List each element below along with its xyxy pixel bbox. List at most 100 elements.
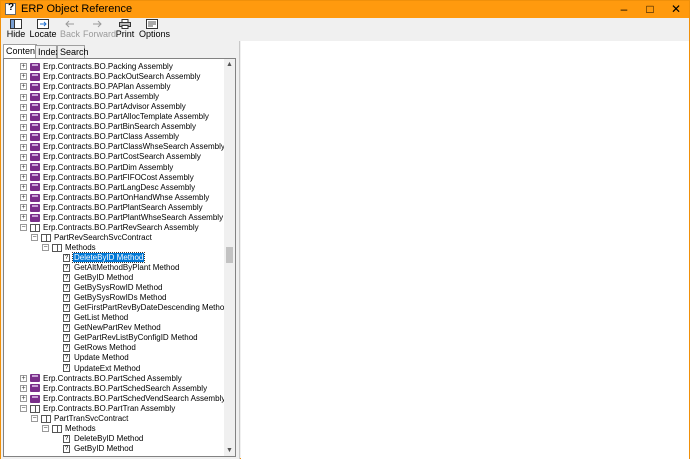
tree-item[interactable]: + Erp.Contracts.BO.PAPlan Assembly <box>20 82 171 92</box>
expand-plus-icon[interactable]: + <box>20 204 27 212</box>
tree-item[interactable]: − PartTranSvcContract <box>31 414 129 424</box>
closed-book-icon <box>30 143 40 152</box>
tree-item[interactable]: ? Update Method <box>63 353 130 363</box>
scroll-down-arrow-icon[interactable]: ▼ <box>224 445 235 456</box>
tree-item[interactable]: + Erp.Contracts.BO.PartOnHandWhse Assembl… <box>20 193 210 203</box>
tree-item[interactable]: + Erp.Contracts.BO.PartPlantSearch Assemb… <box>20 203 204 213</box>
expand-plus-icon[interactable]: + <box>20 384 27 392</box>
collapse-minus-icon[interactable]: − <box>31 234 38 242</box>
tree-item[interactable]: + Erp.Contracts.BO.Part Assembly <box>20 92 160 102</box>
expand-plus-icon[interactable]: + <box>20 395 27 403</box>
scroll-thumb[interactable] <box>226 247 233 263</box>
expand-plus-icon[interactable]: + <box>20 173 27 181</box>
tree-item[interactable]: ? GetNewPartRev Method <box>63 323 162 333</box>
help-viewer-window: ERP Object Reference – □ ✕ Hide Locate B… <box>0 0 690 459</box>
closed-book-icon <box>30 193 40 202</box>
help-page-icon: ? <box>63 304 70 313</box>
tree-item-label: GetNewPartRev Method <box>74 323 161 333</box>
tree-item[interactable]: + Erp.Contracts.BO.PartLangDesc Assembly <box>20 183 196 193</box>
tree-item[interactable]: + Erp.Contracts.BO.PartCostSearch Assembl… <box>20 152 202 162</box>
expand-plus-icon[interactable]: + <box>20 93 27 101</box>
expand-plus-icon[interactable]: + <box>20 103 27 111</box>
tree-item[interactable]: ? DeleteByID Method <box>63 251 146 263</box>
close-button[interactable]: ✕ <box>663 1 689 18</box>
minimize-button[interactable]: – <box>611 1 637 18</box>
tree-item[interactable]: + Erp.Contracts.BO.PartClassWhseSearch As… <box>20 142 226 152</box>
tree-item[interactable]: ? GetByID Method <box>63 273 134 283</box>
tree-item-label: GetByID Method <box>74 273 134 283</box>
tree-item[interactable]: ? GetFirstPartRevByDateDescending Method <box>63 303 230 313</box>
tree-item[interactable]: − Methods <box>42 243 97 253</box>
tab-index[interactable]: Index <box>35 45 60 58</box>
open-book-icon <box>30 223 40 232</box>
hide-label: Hide <box>6 29 26 39</box>
tree-item-label: GetByID Method <box>74 443 134 453</box>
tree-item[interactable]: ? GetBySysRowID Method <box>63 283 163 293</box>
tree-item-label: DeleteByID Method <box>71 251 146 263</box>
maximize-button[interactable]: □ <box>637 1 663 18</box>
forward-button[interactable]: Forward <box>83 18 116 40</box>
tree-item[interactable]: ? GetAltMethodByPlant Method <box>63 263 180 273</box>
tree-item[interactable]: + Erp.Contracts.BO.PartAllocTemplate Asse… <box>20 112 210 122</box>
tree-item[interactable]: ? GetRows Method <box>63 343 137 353</box>
expand-plus-icon[interactable]: + <box>20 133 27 141</box>
tree-item[interactable]: ? DeleteByID Method <box>63 434 144 444</box>
tree-item[interactable]: ? GetBySysRowIDs Method <box>63 293 167 303</box>
tree-item[interactable]: + Erp.Contracts.BO.PartSched Assembly <box>20 374 183 384</box>
collapse-minus-icon[interactable]: − <box>42 244 49 252</box>
help-page-icon: ? <box>63 364 70 373</box>
expand-plus-icon[interactable]: + <box>20 113 27 121</box>
expand-plus-icon[interactable]: + <box>20 83 27 91</box>
tree-item[interactable]: − Methods <box>42 424 97 434</box>
options-icon <box>146 19 158 29</box>
open-book-icon <box>41 233 51 242</box>
options-button[interactable]: Options <box>139 18 170 40</box>
tree-item[interactable]: ? UpdateExt Method <box>63 364 141 374</box>
scroll-up-arrow-icon[interactable]: ▲ <box>224 59 235 70</box>
tree-item-label: GetPartRevListByConfigID Method <box>74 333 198 343</box>
tree-item[interactable]: + Erp.Contracts.BO.PartSchedSearch Assemb… <box>20 384 208 394</box>
collapse-minus-icon[interactable]: − <box>31 415 38 423</box>
expand-plus-icon[interactable]: + <box>20 63 27 71</box>
print-button[interactable]: Print <box>114 18 136 40</box>
tree-item[interactable]: − Erp.Contracts.BO.PartTran Assembly <box>20 404 176 414</box>
tab-contents[interactable]: Contents <box>3 44 42 58</box>
tree-item[interactable]: + Erp.Contracts.BO.Packing Assembly <box>20 62 174 72</box>
collapse-minus-icon[interactable]: − <box>20 224 27 232</box>
tree-item[interactable]: + Erp.Contracts.BO.PartSchedVendSearch As… <box>20 394 226 404</box>
locate-button[interactable]: Locate <box>29 18 57 40</box>
tree-item-label: Erp.Contracts.BO.PartAllocTemplate Assem… <box>43 112 209 122</box>
expand-plus-icon[interactable]: + <box>20 194 27 202</box>
tab-search[interactable]: Search <box>57 45 89 58</box>
expand-plus-icon[interactable]: + <box>20 163 27 171</box>
hide-button[interactable]: Hide <box>5 18 27 40</box>
tree-item[interactable]: ? GetList Method <box>63 313 129 323</box>
expand-plus-icon[interactable]: + <box>20 214 27 222</box>
tree-item[interactable]: − Erp.Contracts.BO.PartRevSearch Assembly <box>20 223 200 233</box>
back-button[interactable]: Back <box>59 18 81 40</box>
expand-plus-icon[interactable]: + <box>20 73 27 81</box>
tree-item[interactable]: + Erp.Contracts.BO.PartDim Assembly <box>20 163 174 173</box>
tree-item[interactable]: + Erp.Contracts.BO.PartFIFOCost Assembly <box>20 173 195 183</box>
tree-item[interactable]: + Erp.Contracts.BO.PartPlantWhseSearch As… <box>20 213 224 223</box>
tree-item-label: Erp.Contracts.BO.PartOnHandWhse Assembly <box>43 192 210 202</box>
tree-item[interactable]: − PartRevSearchSvcContract <box>31 233 153 243</box>
tree-item[interactable]: + Erp.Contracts.BO.PartBinSearch Assembly <box>20 122 197 132</box>
expand-plus-icon[interactable]: + <box>20 153 27 161</box>
expand-plus-icon[interactable]: + <box>20 374 27 382</box>
collapse-minus-icon[interactable]: − <box>42 425 49 433</box>
expand-plus-icon[interactable]: + <box>20 183 27 191</box>
navigation-pane: Contents Index Search + Erp.Contracts.BO.… <box>1 41 240 459</box>
tree-item[interactable]: ? GetByID Method <box>63 444 134 454</box>
expand-plus-icon[interactable]: + <box>20 143 27 151</box>
tree-item[interactable]: + Erp.Contracts.BO.PartClass Assembly <box>20 132 180 142</box>
tree-item[interactable]: ? GetPartRevListByConfigID Method <box>63 333 199 343</box>
expand-plus-icon[interactable]: + <box>20 123 27 131</box>
tree-vertical-scrollbar[interactable]: ▲ ▼ <box>224 59 235 456</box>
collapse-minus-icon[interactable]: − <box>20 405 27 413</box>
tree-item[interactable]: + Erp.Contracts.BO.PartAdvisor Assembly <box>20 102 187 112</box>
topic-content-pane[interactable] <box>241 41 689 459</box>
title-bar[interactable]: ERP Object Reference – □ ✕ <box>1 1 689 18</box>
tree-item[interactable]: + Erp.Contracts.BO.PackOutSearch Assembly <box>20 72 201 82</box>
contents-tree[interactable]: + Erp.Contracts.BO.Packing Assembly + Erp.C… <box>3 58 236 457</box>
